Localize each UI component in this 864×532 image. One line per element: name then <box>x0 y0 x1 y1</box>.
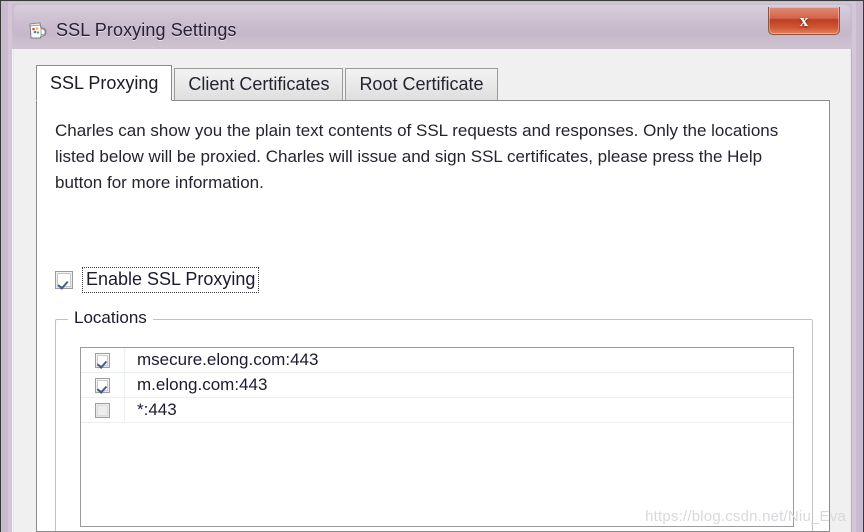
checkbox-check-icon <box>97 379 108 391</box>
location-enabled-checkbox[interactable] <box>95 402 110 418</box>
tab-ssl-proxying[interactable]: SSL Proxying <box>36 65 173 101</box>
enable-ssl-proxying-label: Enable SSL Proxying <box>82 267 260 293</box>
checkbox-check-icon <box>57 273 71 287</box>
tab-label: Root Certificate <box>359 74 484 94</box>
tab-label: SSL Proxying <box>50 72 159 93</box>
window-title: SSL Proxying Settings <box>56 20 237 40</box>
enable-ssl-proxying-row[interactable]: Enable SSL Proxying <box>55 267 260 293</box>
tab-client-certificates[interactable]: Client Certificates <box>174 68 344 101</box>
list-item-checkbox-cell[interactable] <box>81 348 125 372</box>
tab-label: Client Certificates <box>188 74 330 94</box>
panel-description: Charles can show you the plain text cont… <box>55 121 779 192</box>
locations-groupbox: Locations msecure.elong.com:443 m.elong.… <box>55 308 813 531</box>
checkbox-empty-icon <box>97 404 108 416</box>
location-host-label: m.elong.com:443 <box>137 375 268 394</box>
list-item[interactable]: msecure.elong.com:443 <box>81 348 793 373</box>
list-item[interactable]: *:443 <box>81 398 793 423</box>
checkbox-check-icon <box>97 354 108 366</box>
title-bar[interactable]: SSL Proxying Settings x <box>12 3 852 49</box>
list-item-checkbox-cell[interactable] <box>81 373 125 397</box>
charles-pitcher-icon <box>26 19 48 41</box>
enable-ssl-proxying-checkbox[interactable] <box>55 271 73 289</box>
dialog-client-area: SSL Proxying Client Certificates Root Ce… <box>14 49 850 532</box>
close-button[interactable]: x <box>768 7 840 35</box>
location-enabled-checkbox[interactable] <box>95 377 110 393</box>
locations-group-title: Locations <box>68 308 153 328</box>
tab-strip: SSL Proxying Client Certificates Root Ce… <box>36 65 500 101</box>
close-icon: x <box>799 10 809 30</box>
ssl-proxying-panel: Charles can show you the plain text cont… <box>36 100 830 532</box>
list-item[interactable]: m.elong.com:443 <box>81 373 793 398</box>
location-host-label: *:443 <box>137 400 177 419</box>
list-item-checkbox-cell[interactable] <box>81 398 125 422</box>
locations-list[interactable]: msecure.elong.com:443 m.elong.com:443 *:… <box>80 347 794 527</box>
location-enabled-checkbox[interactable] <box>95 352 110 368</box>
tab-root-certificate[interactable]: Root Certificate <box>345 68 498 101</box>
location-host-label: msecure.elong.com:443 <box>137 350 319 369</box>
window-frame: SSL Proxying Settings x SSL Proxying Cli… <box>0 0 864 532</box>
